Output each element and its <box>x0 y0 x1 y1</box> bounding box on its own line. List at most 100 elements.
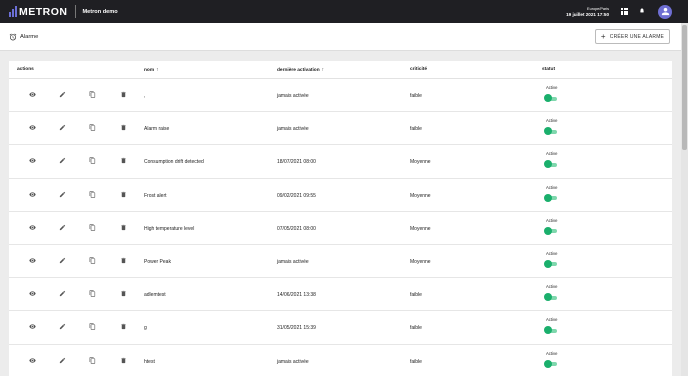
app-name: Metron demo <box>82 8 118 15</box>
column-statut: statut <box>542 67 556 72</box>
view-eye-icon[interactable] <box>29 91 36 98</box>
status-toggle[interactable] <box>544 226 558 236</box>
row-statut-label: Active <box>546 151 558 157</box>
page-header: Alarme + CRÉER UNE ALARME <box>0 23 681 51</box>
row-criticite: Moyenne <box>410 258 431 265</box>
delete-trash-icon[interactable] <box>120 124 127 131</box>
status-toggle[interactable] <box>544 127 558 136</box>
delete-trash-icon[interactable] <box>120 224 127 231</box>
edit-pencil-icon[interactable] <box>59 224 66 231</box>
view-eye-icon[interactable] <box>29 124 36 131</box>
edit-pencil-icon[interactable] <box>59 290 66 297</box>
view-eye-icon[interactable] <box>29 257 36 264</box>
page-title: Alarme <box>20 33 39 40</box>
edit-pencil-icon[interactable] <box>59 257 66 264</box>
row-nom: htest <box>144 358 155 365</box>
status-toggle[interactable] <box>544 293 558 302</box>
status-toggle[interactable] <box>544 259 558 269</box>
duplicate-copy-icon[interactable] <box>89 257 96 264</box>
apps-grid-icon[interactable] <box>621 8 628 15</box>
delete-trash-icon[interactable] <box>120 91 127 98</box>
delete-trash-icon[interactable] <box>120 290 127 297</box>
status-toggle[interactable] <box>544 94 558 103</box>
edit-pencil-icon[interactable] <box>59 91 66 98</box>
topbar-divider <box>74 5 76 18</box>
delete-trash-icon[interactable] <box>120 323 127 330</box>
row-nom: High temperature level <box>144 225 195 232</box>
duplicate-copy-icon[interactable] <box>89 124 96 131</box>
bell-icon[interactable] <box>639 7 645 16</box>
delete-trash-icon[interactable] <box>120 257 127 264</box>
row-derniere-activation: 31/05/2021 15:39 <box>277 325 316 332</box>
row-derniere-activation: jamais activée <box>277 126 309 133</box>
edit-pencil-icon[interactable] <box>59 191 66 198</box>
view-eye-icon[interactable] <box>29 224 36 231</box>
table-row: Alarm raise jamais activée faible Active <box>9 112 672 146</box>
duplicate-copy-icon[interactable] <box>89 157 96 165</box>
column-nom[interactable]: nom ↑ <box>144 67 159 73</box>
create-alarm-label: CRÉER UNE ALARME <box>609 33 665 40</box>
row-derniere-activation: 18/07/2021 08:00 <box>277 159 316 166</box>
edit-pencil-icon[interactable] <box>59 357 66 364</box>
status-toggle[interactable] <box>544 193 558 203</box>
sort-arrow-up-icon[interactable]: ↑ <box>156 67 159 73</box>
row-derniere-activation: jamais activée <box>277 358 309 365</box>
status-toggle[interactable] <box>544 326 558 335</box>
duplicate-copy-icon[interactable] <box>89 290 96 297</box>
logo-text: METRON <box>19 5 68 18</box>
user-avatar[interactable] <box>658 4 672 19</box>
table-row: Power Peak jamais activée Moyenne Active <box>9 245 672 279</box>
row-derniere-activation: 09/02/2021 09:55 <box>277 192 316 199</box>
sort-arrow-up-icon[interactable]: ↑ <box>322 67 325 73</box>
row-nom: Power Peak <box>144 258 171 265</box>
status-toggle[interactable] <box>544 160 558 169</box>
edit-pencil-icon[interactable] <box>59 124 66 131</box>
table-row: Frost alert 09/02/2021 09:55 Moyenne Active <box>9 179 672 212</box>
row-nom: Alarm raise <box>144 126 170 133</box>
create-alarm-button[interactable]: + CRÉER UNE ALARME <box>595 29 670 44</box>
duplicate-copy-icon[interactable] <box>89 91 96 98</box>
duplicate-copy-icon[interactable] <box>89 356 96 364</box>
row-criticite: Moyenne <box>410 159 431 166</box>
top-bar: METRON Metron demo Europe/Paris 19 juill… <box>0 0 688 23</box>
vertical-scrollbar[interactable] <box>681 23 688 376</box>
user-icon <box>661 7 669 16</box>
row-statut-label: Active <box>546 118 558 124</box>
duplicate-copy-icon[interactable] <box>89 190 96 198</box>
alarm-clock-icon <box>9 33 17 40</box>
row-criticite: Moyenne <box>410 225 431 232</box>
row-nom: Consumption drift detected <box>144 159 204 166</box>
column-criticite: criticité <box>410 67 428 72</box>
logo[interactable]: METRON <box>9 0 68 23</box>
delete-trash-icon[interactable] <box>120 157 127 164</box>
column-nom-label: nom <box>144 68 155 73</box>
view-eye-icon[interactable] <box>29 357 36 364</box>
view-eye-icon[interactable] <box>29 157 36 164</box>
row-criticite: faible <box>410 325 422 332</box>
delete-trash-icon[interactable] <box>120 357 127 364</box>
status-toggle[interactable] <box>544 359 558 369</box>
column-derniere-activation[interactable]: dernière activation ↑ <box>277 67 324 73</box>
timezone-datetime: Europe/Paris 19 juillet 2021 17:50 <box>566 6 609 18</box>
row-statut-label: Active <box>546 217 558 223</box>
row-nom: g <box>144 325 147 332</box>
view-eye-icon[interactable] <box>29 323 36 330</box>
table-row: Consumption drift detected 18/07/2021 08:… <box>9 145 672 179</box>
row-derniere-activation: 07/05/2021 08:00 <box>277 225 316 232</box>
view-eye-icon[interactable] <box>29 290 36 297</box>
edit-pencil-icon[interactable] <box>59 157 66 164</box>
duplicate-copy-icon[interactable] <box>89 323 96 331</box>
edit-pencil-icon[interactable] <box>59 323 66 330</box>
delete-trash-icon[interactable] <box>120 191 127 198</box>
row-statut-label: Active <box>546 85 558 90</box>
duplicate-copy-icon[interactable] <box>89 224 96 231</box>
table-row: htest jamais activée faible Active <box>9 345 672 376</box>
row-criticite: faible <box>410 292 422 299</box>
row-nom: Frost alert <box>144 192 167 199</box>
view-eye-icon[interactable] <box>29 191 36 198</box>
alarm-table: actions nom ↑ dernière activation ↑ critic… <box>9 61 672 376</box>
plus-icon: + <box>600 31 606 41</box>
table-row: High temperature level 07/05/2021 08:00 Mo… <box>9 212 672 245</box>
row-statut-label: Active <box>546 250 558 256</box>
scrollbar-thumb[interactable] <box>682 25 687 150</box>
